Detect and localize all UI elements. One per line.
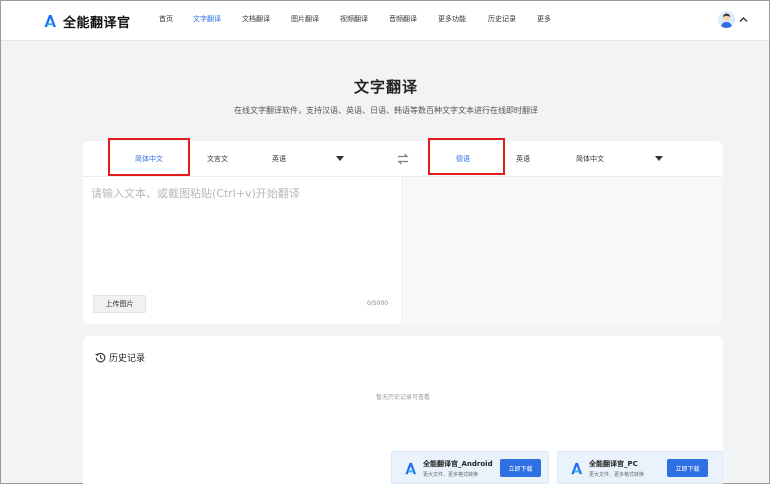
highlight-box-target-lang: [428, 138, 505, 175]
history-header[interactable]: 历史记录: [95, 351, 146, 364]
chevron-up-icon[interactable]: [739, 15, 748, 24]
source-lang-tab-english[interactable]: 英语: [272, 154, 286, 164]
nav-item-audio-translate[interactable]: 音频翻译: [389, 14, 417, 24]
upload-image-button[interactable]: 上传图片: [93, 295, 146, 313]
nav-item-image-translate[interactable]: 图片翻译: [291, 14, 319, 24]
highlight-box-source-lang: [108, 138, 190, 176]
nav-item-history[interactable]: 历史记录: [488, 14, 516, 24]
nav-item-home[interactable]: 首页: [159, 14, 173, 24]
nav-item-document-translate[interactable]: 文档翻译: [242, 14, 270, 24]
nav-item-more-features[interactable]: 更多功能: [438, 14, 466, 24]
app-logo[interactable]: 全能翻译官: [43, 12, 131, 31]
history-empty-message: 暂无历史记录可查看: [375, 394, 430, 401]
source-lang-tab-classical-chinese[interactable]: 文言文: [207, 154, 228, 164]
page-title: 文字翻译: [353, 78, 418, 96]
download-card-title: 全能翻译官_Android: [423, 460, 493, 468]
history-title: 历史记录: [109, 353, 146, 364]
page-subtitle: 在线文字翻译软件，支持汉语、英语、日语、韩语等数百种文字文本进行在线即时翻译: [234, 106, 538, 115]
nav-item-text-translate[interactable]: 文字翻译: [193, 14, 221, 24]
download-app-logo-icon: [571, 462, 583, 475]
target-lang-dropdown-caret-icon[interactable]: [655, 156, 663, 161]
top-navbar: 全能翻译官 首页 文字翻译 文档翻译 图片翻译 视频翻译 音频翻译 更多功能 历…: [1, 1, 769, 41]
source-lang-dropdown-caret-icon[interactable]: [336, 156, 344, 161]
download-card-title: 全能翻译官_PC: [589, 460, 638, 468]
avatar-icon: [718, 11, 735, 28]
nav-item-more[interactable]: 更多: [537, 14, 551, 24]
download-card-android: 全能翻译官_Android 更大文件、更多格式转换 立即下载: [391, 451, 549, 484]
download-card-pc: 全能翻译官_PC 更大文件、更多格式转换 立即下载: [557, 451, 723, 484]
target-lang-tab-english[interactable]: 英语: [516, 154, 530, 164]
history-clock-icon: [95, 352, 106, 362]
download-app-logo-icon: [405, 462, 417, 475]
source-text-input[interactable]: [91, 185, 395, 285]
target-lang-tab-simplified-chinese[interactable]: 简体中文: [576, 154, 604, 164]
download-pc-button[interactable]: 立即下载: [667, 459, 708, 477]
app-name: 全能翻译官: [63, 15, 131, 31]
char-count: 0/5000: [367, 300, 389, 307]
avatar[interactable]: [718, 11, 735, 28]
download-android-button[interactable]: 立即下载: [500, 459, 541, 477]
swap-icon[interactable]: [396, 152, 410, 166]
download-card-desc: 更大文件、更多格式转换: [589, 472, 645, 478]
download-card-desc: 更大文件、更多格式转换: [423, 472, 479, 478]
source-pane: 上传图片 0/5000: [83, 177, 403, 324]
app-logo-icon: [44, 15, 56, 27]
nav-item-video-translate[interactable]: 视频翻译: [340, 14, 368, 24]
translation-output-pane: [404, 177, 723, 324]
